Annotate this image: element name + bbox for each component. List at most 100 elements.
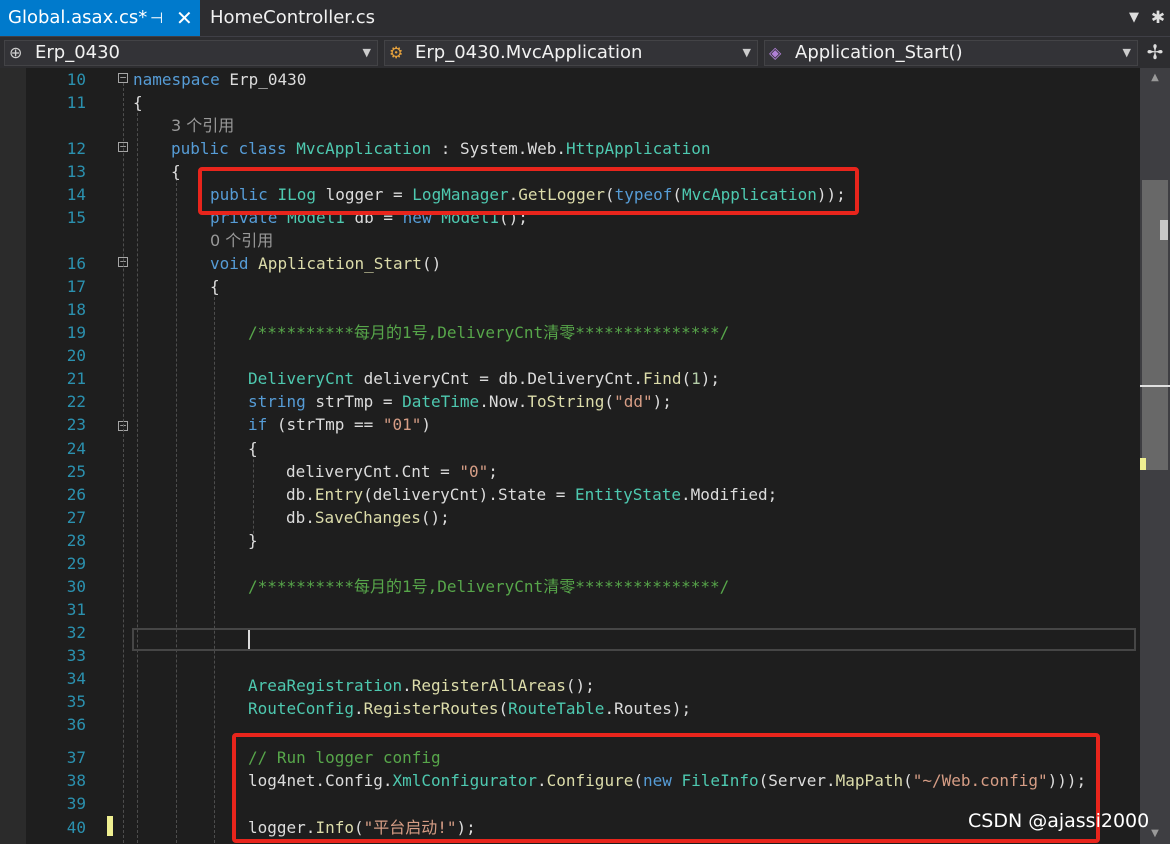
- document-tab-strip: Global.asax.cs* ⊣ ✕ HomeController.cs ▼ …: [0, 0, 1170, 36]
- token: db.: [286, 508, 315, 527]
- token: logger.: [248, 818, 316, 837]
- line-number: 18: [66, 300, 86, 319]
- split-window-icon[interactable]: ✢: [1144, 39, 1166, 65]
- token: (: [633, 771, 643, 790]
- line-number: 29: [66, 554, 86, 573]
- line-number: 26: [66, 485, 86, 504]
- token: DeliveryCnt: [248, 369, 354, 388]
- code-line-12: public class MvcApplication : System.Web…: [171, 137, 710, 160]
- line-number: 31: [66, 600, 86, 619]
- tab-label: HomeController.cs: [210, 7, 376, 28]
- line-number: 38: [66, 771, 86, 790]
- line-number: 24: [66, 439, 86, 458]
- type-dropdown[interactable]: ⚙ Erp_0430.MvcApplication ▼: [384, 40, 758, 66]
- line-number: 20: [66, 346, 86, 365]
- code-line-37: // Run logger config: [248, 748, 441, 767]
- token: ();: [499, 208, 528, 227]
- member-dropdown[interactable]: ◈ Application_Start() ▼: [764, 40, 1138, 66]
- token: (strTmp ==: [267, 415, 383, 434]
- token: XmlConfigurator: [392, 771, 538, 790]
- token: .: [508, 185, 519, 204]
- line-number: 23: [66, 415, 86, 434]
- token: log4net.Config.: [248, 771, 393, 790]
- token: MvcApplication: [682, 185, 817, 204]
- chevron-down-icon: ▼: [1122, 46, 1131, 59]
- token: "01": [382, 415, 422, 434]
- token: DateTime: [402, 392, 480, 411]
- scrollbar-marker: [1160, 220, 1168, 240]
- token: ILog: [277, 185, 316, 204]
- codelens-references[interactable]: 0 个引用: [210, 229, 273, 252]
- token: Configure: [546, 771, 634, 790]
- token: db.: [286, 485, 315, 504]
- token: ToString: [527, 392, 605, 411]
- code-line-13: {: [171, 162, 181, 181]
- code-line-16: void Application_Start(): [210, 252, 441, 275]
- scroll-up-icon[interactable]: ▲: [1140, 68, 1170, 88]
- vertical-scrollbar[interactable]: ▲ ▼: [1140, 68, 1170, 844]
- class-icon: ⚙: [389, 43, 404, 62]
- tab-home-controller[interactable]: HomeController.cs: [202, 0, 375, 36]
- chevron-down-icon[interactable]: ▼: [1122, 0, 1146, 36]
- token: DeliveryCnt: [527, 369, 634, 388]
- tab-global-asax[interactable]: Global.asax.cs* ⊣ ✕: [0, 0, 200, 36]
- line-number: 25: [66, 462, 86, 481]
- token: SaveChanges: [314, 508, 421, 527]
- line-number: 32: [66, 623, 86, 642]
- code-editor[interactable]: 10 11 12 13 14 15 16 17 18 19 20 21 22 2…: [0, 68, 1140, 844]
- code-line-30: /**********每月的1号,DeliveryCnt清零**********…: [248, 577, 730, 596]
- codelens-references[interactable]: 3 个引用: [171, 114, 234, 137]
- pin-icon[interactable]: ⊣: [150, 0, 163, 36]
- line-number: 34: [66, 669, 86, 688]
- text-caret: [248, 630, 250, 649]
- token: .: [537, 771, 547, 790]
- type-dropdown-value: Erp_0430.MvcApplication: [415, 42, 643, 63]
- line-number: 21: [66, 369, 86, 388]
- token: Model1: [441, 208, 500, 227]
- token: (: [681, 369, 692, 388]
- token: ();: [420, 508, 450, 527]
- code-line-19: /**********每月的1号,DeliveryCnt清零**********…: [248, 323, 730, 342]
- token: Erp_0430: [219, 70, 307, 89]
- current-line-highlight: [132, 628, 1136, 651]
- code-line-24: {: [248, 439, 258, 458]
- token: );: [652, 392, 672, 411]
- close-icon[interactable]: ✕: [176, 0, 193, 36]
- settings-icon[interactable]: ✱: [1146, 0, 1170, 36]
- line-number: 16: [66, 254, 86, 273]
- line-number: 11: [66, 93, 86, 112]
- token: db =: [344, 208, 403, 227]
- token: "dd": [614, 392, 653, 411]
- code-line-15: private Model1 db = new Model1();: [210, 206, 528, 229]
- token: Entry: [314, 485, 364, 504]
- token: ();: [565, 676, 595, 695]
- collapse-icon[interactable]: −: [118, 72, 128, 83]
- token: (: [672, 185, 683, 204]
- token: Model1: [287, 208, 345, 227]
- indent-guide: [137, 98, 138, 843]
- token: );: [456, 818, 476, 837]
- member-dropdown-value: Application_Start(): [795, 42, 963, 63]
- token: .: [633, 369, 643, 388]
- code-line-11: {: [133, 93, 143, 112]
- token: "平台启动!": [363, 818, 457, 837]
- code-line-22: string strTmp = DateTime.Now.ToString("d…: [248, 390, 672, 413]
- code-line-10: namespace Erp_0430: [133, 68, 306, 91]
- token: "0": [459, 462, 489, 481]
- line-number: 12: [66, 139, 86, 158]
- token: public: [171, 139, 229, 158]
- code-line-28: }: [248, 531, 258, 550]
- token: .Now.: [479, 392, 528, 411]
- line-number: 28: [66, 531, 86, 550]
- token: LogManager: [412, 185, 509, 204]
- line-number: 13: [66, 162, 86, 181]
- token: .: [353, 699, 364, 718]
- code-line-40: logger.Info("平台启动!");: [248, 816, 476, 839]
- token: Application_Start: [258, 254, 422, 273]
- indent-guide: [214, 282, 215, 843]
- token: typeof: [614, 185, 673, 204]
- project-dropdown-value: Erp_0430: [35, 42, 121, 63]
- token: .Routes);: [604, 699, 692, 718]
- project-dropdown[interactable]: ⊕ Erp_0430 ▼: [4, 40, 378, 66]
- token: "~/Web.config": [912, 771, 1048, 790]
